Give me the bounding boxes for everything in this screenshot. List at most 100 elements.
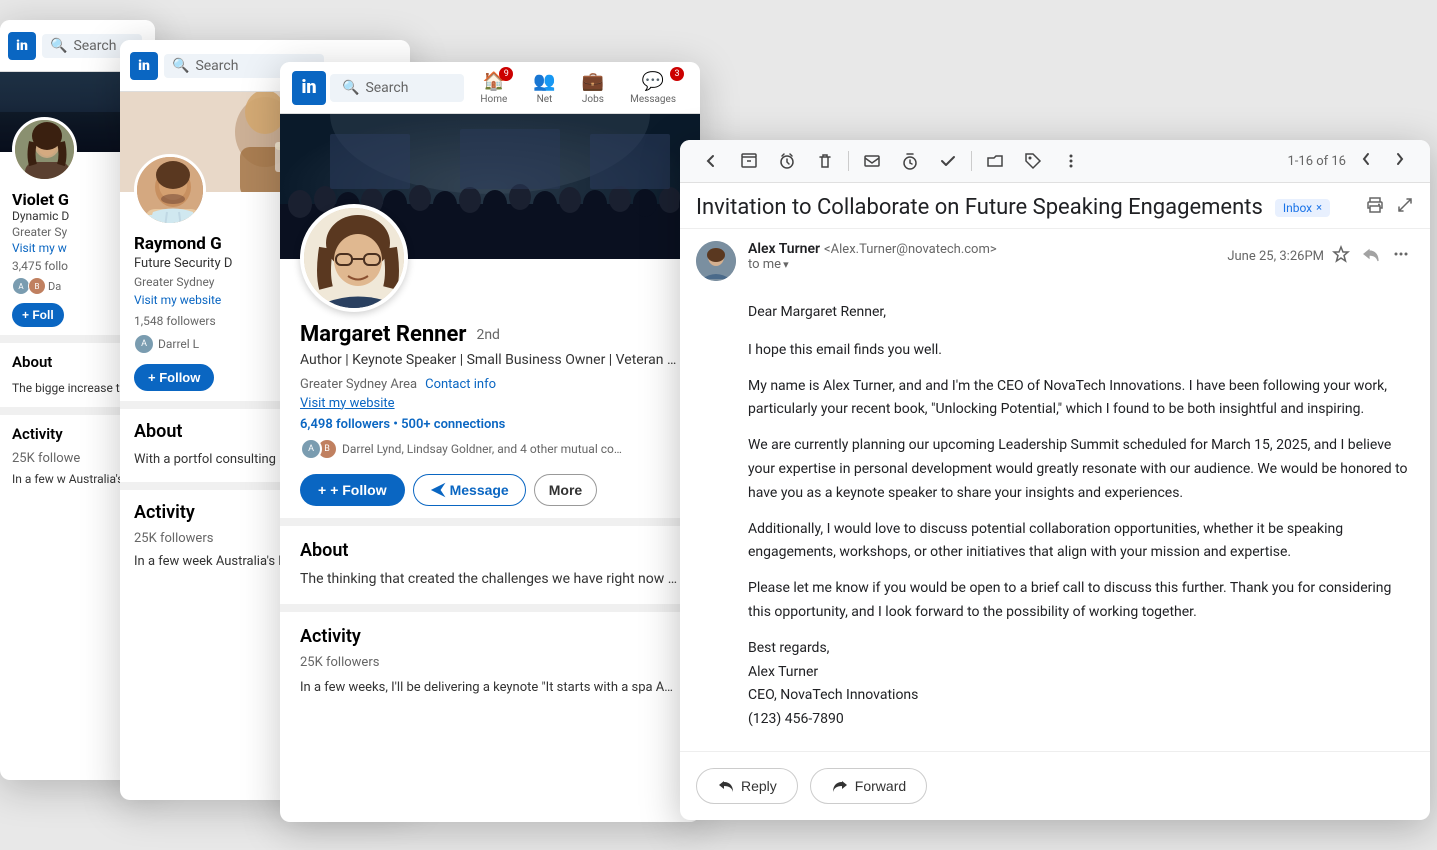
profile-website-2[interactable]: Visit my website: [134, 293, 221, 307]
folder-btn[interactable]: [980, 148, 1010, 174]
jobs-icon: 💼: [582, 71, 604, 92]
degree-badge: 2nd: [476, 327, 500, 343]
more-vert-icon: [1062, 152, 1080, 170]
nav-home[interactable]: 🏠 Home 9: [468, 67, 519, 109]
tag-icon: [1024, 152, 1042, 170]
linkedin-window-3: in 🔍 Search 🏠 Home 9 👥 Net 💼 Jobs 💬 Mess…: [280, 62, 700, 822]
search-icon-2: 🔍: [172, 58, 189, 74]
forward-label: Forward: [855, 778, 906, 794]
avatar-2: [134, 154, 206, 226]
nav-home-label: Home: [480, 94, 507, 105]
next-email-btn[interactable]: [1386, 149, 1414, 174]
plus-icon: +: [318, 482, 326, 498]
delete-btn[interactable]: [810, 148, 840, 174]
network-icon: 👥: [533, 71, 555, 92]
more-actions-btn[interactable]: [1056, 148, 1086, 174]
nav-network[interactable]: 👥 Net: [521, 67, 567, 109]
email-salutation: Dear Margaret Renner,: [748, 301, 1414, 325]
reply-quick-btn[interactable]: [1358, 241, 1384, 272]
expand-btn[interactable]: [1396, 196, 1414, 219]
more-horiz-icon: [1392, 245, 1410, 263]
delete-icon: [816, 152, 834, 170]
forward-icon: [831, 777, 849, 795]
back-btn[interactable]: [696, 148, 726, 174]
chevron-left-icon: [1358, 151, 1374, 167]
profile-followers-connections: 6,498 followers • 500+ connections: [300, 417, 680, 432]
star-btn[interactable]: [1328, 241, 1354, 272]
nav-messages-label: Messages: [630, 94, 676, 105]
reply-icon: [717, 777, 735, 795]
check-icon: [939, 152, 957, 170]
nav-badge-messages: 3: [670, 67, 684, 81]
email-icon: [863, 152, 881, 170]
mutual-name-2: Darrel L: [158, 337, 199, 351]
follow-btn-3[interactable]: + + Follow: [300, 474, 405, 506]
sender-to: to me ▾: [748, 257, 1215, 272]
email-sig-title: CEO, NovaTech Innovations: [748, 687, 918, 703]
linkedin-logo-1: in: [8, 32, 36, 60]
to-label: to me: [748, 257, 781, 272]
nav-jobs[interactable]: 💼 Jobs: [570, 67, 616, 109]
email-more-btn[interactable]: [1388, 241, 1414, 272]
message-btn-3[interactable]: Message: [413, 474, 526, 506]
about-text-3: The thinking that created the challenges…: [300, 569, 680, 590]
email-subject: Invitation to Collaborate on Future Spea…: [696, 195, 1263, 220]
website-link[interactable]: Visit my website: [300, 396, 680, 411]
search-icon-1: 🔍: [50, 38, 67, 54]
star-icon: [1332, 245, 1350, 263]
avatar-3: [300, 204, 408, 312]
followers-count: 6,498 followers: [300, 417, 390, 432]
tag-btn[interactable]: [1018, 148, 1048, 174]
profile-location-3: Greater Sydney Area: [300, 377, 417, 392]
profile-name-3: Margaret Renner: [300, 322, 466, 347]
email-window: 1-16 of 16 Invitation to Collaborate on …: [680, 140, 1430, 820]
contact-info-link[interactable]: Contact info: [425, 377, 496, 392]
connections-count: 500+ connections: [401, 417, 505, 432]
follow-btn-2[interactable]: + Follow: [134, 364, 214, 391]
about-title-3: About: [300, 540, 680, 561]
mutual-avatar-3a: A: [300, 438, 322, 460]
email-line3: We are currently planning our upcoming L…: [748, 434, 1414, 505]
search-bar-3[interactable]: 🔍 Search: [330, 74, 464, 102]
sender-info: Alex Turner <Alex.Turner@novatech.com> t…: [748, 241, 1215, 272]
email-line5: Please let me know if you would be open …: [748, 577, 1414, 625]
inbox-label: Inbox: [1283, 201, 1312, 215]
done-btn[interactable]: [933, 148, 963, 174]
archive-btn[interactable]: [734, 148, 764, 174]
linkedin-logo-2: in: [130, 52, 158, 80]
search-placeholder-2: Search: [195, 58, 238, 74]
inbox-badge: Inbox ×: [1275, 199, 1330, 217]
activity-title-3: Activity: [300, 626, 680, 647]
more-btn-3[interactable]: More: [534, 474, 597, 506]
activity-text-3: In a few weeks, I'll be delivering a key…: [300, 678, 680, 698]
nav-messages[interactable]: 💬 Messages 3: [618, 67, 688, 109]
nav-network-label: Net: [537, 94, 553, 105]
nav-badge-home: 9: [499, 67, 513, 81]
email-subject-bar: Invitation to Collaborate on Future Spea…: [680, 183, 1430, 229]
reply-label: Reply: [741, 778, 777, 794]
print-btn[interactable]: [1366, 196, 1384, 219]
inbox-close-btn[interactable]: ×: [1316, 201, 1322, 214]
reply-btn[interactable]: Reply: [696, 768, 798, 804]
remind-btn[interactable]: [895, 148, 925, 174]
email-actions-bar: Reply Forward: [680, 751, 1430, 820]
search-placeholder-3: Search: [365, 80, 408, 96]
page-numbers: 1-16 of 16: [1287, 154, 1346, 169]
snooze-btn[interactable]: [772, 148, 802, 174]
forward-btn[interactable]: Forward: [810, 768, 927, 804]
email-sender-row: Alex Turner <Alex.Turner@novatech.com> t…: [680, 229, 1430, 293]
follow-btn-1[interactable]: + Foll: [12, 303, 64, 327]
search-icon-3: 🔍: [342, 80, 359, 96]
chevron-right-icon: [1392, 151, 1408, 167]
mutual-connections: A B Darrel Lynd, Lindsay Goldner, and 4 …: [300, 438, 680, 460]
message-label: Message: [450, 482, 509, 498]
prev-email-btn[interactable]: [1352, 149, 1380, 174]
mark-unread-btn[interactable]: [857, 148, 887, 174]
email-sig-name: Alex Turner: [748, 664, 818, 680]
activity-followers-3: 25K followers: [300, 655, 680, 670]
mutual-name-1: Da: [48, 280, 61, 293]
dropdown-chevron[interactable]: ▾: [783, 258, 789, 271]
print-icon: [1366, 196, 1384, 214]
email-closing: Best regards, Alex Turner CEO, NovaTech …: [748, 637, 1414, 732]
sender-avatar: [696, 241, 736, 281]
